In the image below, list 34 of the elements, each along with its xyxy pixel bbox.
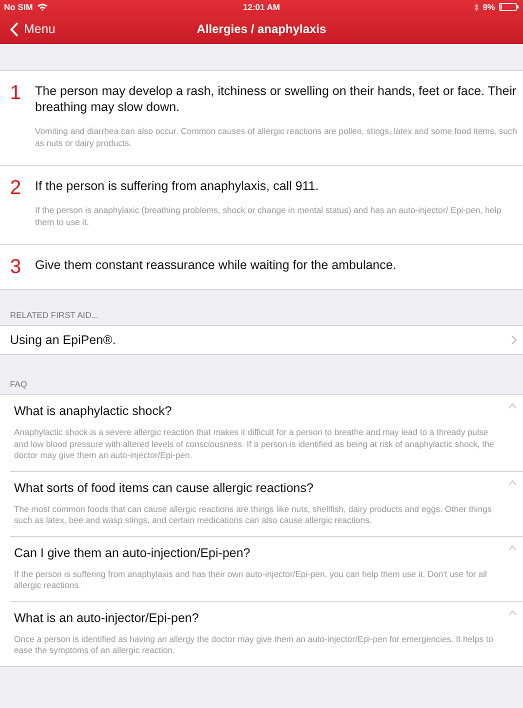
chevron-right-icon <box>511 335 517 345</box>
faq-question[interactable]: What is an auto-injector/Epi-pen? <box>14 610 199 626</box>
chevron-left-icon <box>10 22 19 36</box>
faq-question[interactable]: What is anaphylactic shock? <box>14 403 172 419</box>
step-number: 3 <box>9 255 22 279</box>
status-time: 12:01 AM <box>243 2 280 12</box>
caret-icon[interactable] <box>508 403 517 409</box>
section-heading: FAQ <box>9 378 28 391</box>
faq-answer: If the person is suffering from anaphylaxis and has their own auto-injector/Epi-pen, you can help them use it. Don't use for all allergic reactions. <box>14 568 488 592</box>
faq-question[interactable]: What sorts of food items can cause allergic reactions? <box>14 480 314 496</box>
step-text: If the person is suffering from anaphylaxis, call 911. <box>35 178 320 194</box>
caret-icon[interactable] <box>508 544 517 550</box>
step-detail: Vomiting and diarrhea can also occur. Common causes of allergic reactions are pollen, stings, latex and some food items, such as nuts or dairy products. <box>35 125 518 149</box>
step-number: 1 <box>9 81 22 106</box>
faq-answer: The most common foods that can cause allergic reactions are things like nuts, shellfish, dairy products and eggs. Other things such as latex, bee and wasp stings, and certain medications can also cause allergic reactions. <box>14 504 493 526</box>
carrier-label: No SIM <box>4 2 33 12</box>
back-button[interactable]: Menu <box>0 22 66 36</box>
wifi-icon <box>36 3 48 11</box>
page-title: Allergies / anaphylaxis <box>196 22 326 36</box>
faq-question[interactable]: Can I give them an auto-injection/Epi-pen? <box>14 544 250 560</box>
battery-percent: 9% <box>482 2 495 12</box>
step-text: Give them constant reassurance while waiting for the ambulance. <box>35 257 398 273</box>
battery-icon <box>499 3 519 11</box>
step-text: The person may develop a rash, itchiness or swelling on their hands, feet or face. Their breathing may slow down. <box>35 83 518 115</box>
step-number: 2 <box>9 176 22 201</box>
related-item[interactable]: Using an EpiPen®. <box>0 326 523 354</box>
faq-answer: Once a person is identified as having an allergy the doctor may give them an auto-injector/Epi-pen for emergencies. It helps to ease the symptoms of an allergic reaction. <box>14 634 494 656</box>
caret-icon[interactable] <box>508 610 517 616</box>
section-heading: RELATED FIRST AID... <box>9 309 100 322</box>
bluetooth-icon <box>474 2 479 12</box>
faq-answer: Anaphylactic shock is a severe allergic reaction that makes it difficult for a person to breathe and may lead to a thready pulse and low blood pressure with altered levels of consciousness. If a person is identified as being at risk of anaphylactic shock, the doctor may give them an auto-injector/Epi-pen. <box>14 427 496 462</box>
related-label: Using an EpiPen®. <box>10 333 116 347</box>
step-detail: If the person is anaphylaxic (breathing problems, shock or change in mental status) and has an auto-injector/ Epi-pen, help them to use it. <box>35 204 502 228</box>
caret-icon[interactable] <box>508 480 517 486</box>
